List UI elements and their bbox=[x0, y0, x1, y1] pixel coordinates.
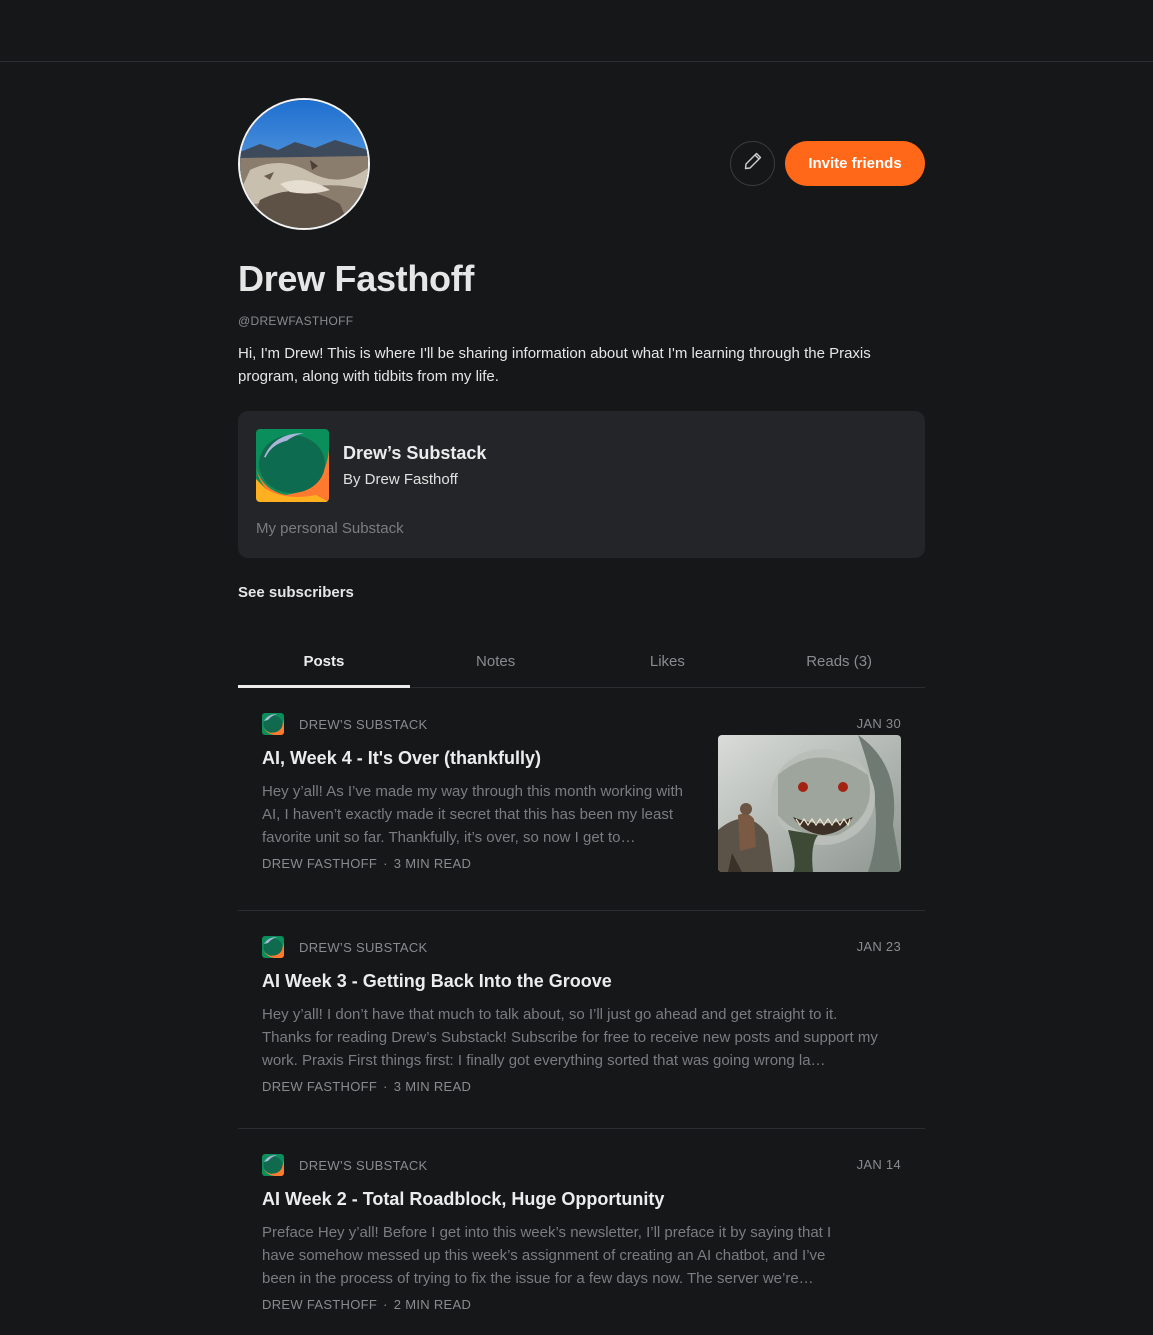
post-read-time: 2 MIN READ bbox=[393, 1297, 472, 1312]
substack-logo-icon bbox=[262, 713, 284, 735]
post-title[interactable]: AI Week 2 - Total Roadblock, Huge Opport… bbox=[262, 1189, 901, 1210]
avatar[interactable] bbox=[238, 98, 370, 230]
profile-header: Invite friends bbox=[238, 98, 925, 230]
substack-logo-icon bbox=[262, 936, 284, 958]
post-author[interactable]: DREW FASTHOFF bbox=[262, 1297, 377, 1312]
post-excerpt: Hey y’all! I don’t have that much to tal… bbox=[262, 1006, 878, 1069]
post-date: JAN 23 bbox=[856, 939, 901, 954]
tab-reads[interactable]: Reads (3) bbox=[753, 648, 925, 687]
post-date: JAN 30 bbox=[856, 716, 901, 731]
post-byline: DREW FASTHOFF · 3 MIN READ bbox=[262, 1079, 901, 1094]
post-publication-name[interactable]: DREW’S SUBSTACK bbox=[299, 1158, 428, 1173]
post-read-time: 3 MIN READ bbox=[393, 1079, 472, 1094]
invite-friends-button[interactable]: Invite friends bbox=[785, 141, 925, 186]
substack-logo-icon bbox=[262, 1154, 284, 1176]
profile-bio: Hi, I'm Drew! This is where I'll be shar… bbox=[238, 345, 871, 385]
edit-profile-button[interactable] bbox=[730, 141, 775, 186]
pencil-icon bbox=[743, 151, 763, 176]
publication-title[interactable]: Drew’s Substack bbox=[343, 443, 486, 464]
profile-page: Invite friends Drew Fasthoff @DREWFASTHO… bbox=[238, 98, 925, 1335]
tab-posts[interactable]: Posts bbox=[238, 648, 410, 688]
post-publication-name[interactable]: DREW’S SUBSTACK bbox=[299, 940, 428, 955]
substack-logo-icon bbox=[256, 429, 329, 502]
publication-card[interactable]: Drew’s Substack By Drew Fasthoff My pers… bbox=[238, 411, 925, 558]
post-publication-name[interactable]: DREW’S SUBSTACK bbox=[299, 717, 428, 732]
post-byline: DREW FASTHOFF · 2 MIN READ bbox=[262, 1297, 901, 1312]
post-excerpt: Preface Hey y’all! Before I get into thi… bbox=[262, 1224, 832, 1287]
byline-separator: · bbox=[383, 1079, 388, 1094]
tab-notes[interactable]: Notes bbox=[410, 648, 582, 687]
see-subscribers-link[interactable]: See subscribers bbox=[238, 584, 354, 601]
post-read-time: 3 MIN READ bbox=[393, 856, 472, 871]
byline-separator: · bbox=[383, 856, 388, 871]
post-item[interactable]: DREW’S SUBSTACK JAN 14 AI Week 2 - Total… bbox=[238, 1129, 925, 1335]
publication-description: My personal Substack bbox=[256, 520, 404, 537]
post-author[interactable]: DREW FASTHOFF bbox=[262, 1079, 377, 1094]
post-item[interactable]: DREW’S SUBSTACK JAN 30 AI, Week 4 - It's… bbox=[238, 688, 925, 911]
publication-author: By Drew Fasthoff bbox=[343, 471, 458, 488]
post-thumbnail[interactable] bbox=[718, 735, 901, 872]
profile-name: Drew Fasthoff bbox=[238, 258, 475, 299]
post-author[interactable]: DREW FASTHOFF bbox=[262, 856, 377, 871]
byline-separator: · bbox=[383, 1297, 388, 1312]
post-item[interactable]: DREW’S SUBSTACK JAN 23 AI Week 3 - Getti… bbox=[238, 911, 925, 1129]
post-excerpt: Hey y’all! As I’ve made my way through t… bbox=[262, 783, 684, 846]
profile-tabs: Posts Notes Likes Reads (3) bbox=[238, 648, 925, 688]
post-title[interactable]: AI Week 3 - Getting Back Into the Groove bbox=[262, 971, 901, 992]
profile-handle: @DREWFASTHOFF bbox=[238, 314, 354, 328]
post-date: JAN 14 bbox=[856, 1157, 901, 1172]
tab-likes[interactable]: Likes bbox=[582, 648, 754, 687]
top-bar bbox=[0, 0, 1153, 62]
